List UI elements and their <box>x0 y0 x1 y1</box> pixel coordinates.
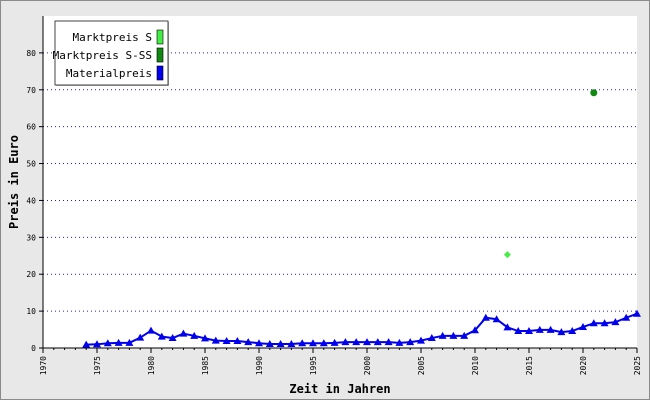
legend: Marktpreis S Marktpreis S-SS Materialpreis <box>53 20 169 86</box>
legend-swatch-materialpreis <box>156 65 164 81</box>
y-tick-label-40: 40 <box>26 196 36 205</box>
x-tick-label-1995: 1995 <box>309 356 318 375</box>
x-tick-label-2025: 2025 <box>633 356 642 375</box>
y-tick-label-70: 70 <box>26 86 36 95</box>
legend-label-marktpreis-s-ss: Marktpreis S-SS <box>53 49 152 62</box>
legend-swatch-marktpreis-s-ss <box>156 47 164 63</box>
y-tick-label-20: 20 <box>26 270 36 279</box>
y-tick-label-10: 10 <box>26 307 36 316</box>
legend-label-marktpreis-s: Marktpreis S <box>73 31 152 44</box>
legend-label-materialpreis: Materialpreis <box>66 67 152 80</box>
y-tick-label-60: 60 <box>26 123 36 132</box>
x-axis-title: Zeit in Jahren <box>289 382 390 396</box>
data-point-marktpreis-s-ss-2021 <box>590 89 598 97</box>
x-tick-label-2010: 2010 <box>471 356 480 375</box>
x-tick-label-2000: 2000 <box>363 356 372 375</box>
y-tick-label-0: 0 <box>31 344 36 353</box>
x-tick-label-1980: 1980 <box>147 356 156 375</box>
x-tick-label-1970: 1970 <box>39 356 48 375</box>
x-tick-label-2020: 2020 <box>579 356 588 375</box>
price-chart: 0 10 20 30 40 50 60 70 80 1970 1975 1980 1985 1990 199… <box>7 16 642 396</box>
x-tick-label-2005: 2005 <box>417 356 426 375</box>
x-tick-label-1985: 1985 <box>201 356 210 375</box>
y-axis-title: Preis in Euro <box>7 135 21 229</box>
x-tick-label-1990: 1990 <box>255 356 264 375</box>
legend-swatch-marktpreis-s <box>156 29 164 45</box>
chart-frame: 0 10 20 30 40 50 60 70 80 1970 1975 1980 1985 1990 199… <box>0 0 650 400</box>
y-tick-label-80: 80 <box>26 49 36 58</box>
x-tick-label-2015: 2015 <box>525 356 534 375</box>
y-tick-label-30: 30 <box>26 233 36 242</box>
series-marktpreis-s-ss <box>590 89 598 97</box>
x-tick-label-1975: 1975 <box>93 356 102 375</box>
y-tick-label-50: 50 <box>26 160 36 169</box>
